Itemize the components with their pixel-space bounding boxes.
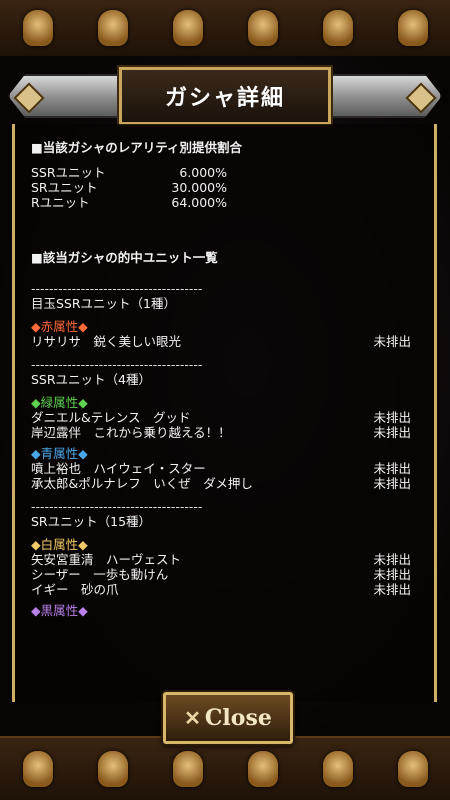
blue-attribute-label: ◆青属性◆: [31, 446, 88, 461]
unit-row: 噴上裕也 ハイウェイ・スター 未排出: [31, 461, 411, 476]
emblem-icon: [247, 10, 278, 46]
rate-row: SSRユニット 6.000%: [31, 165, 421, 180]
close-button[interactable]: ✕ Close: [163, 692, 293, 744]
divider: --------------------------------------: [31, 357, 203, 372]
gacha-detail-panel[interactable]: ■当該ガシャのレアリティ別提供割合 SSRユニット 6.000% SRユニット …: [12, 124, 437, 702]
dialog-title: ガシャ詳細: [164, 86, 285, 111]
emblem-icon: [247, 751, 278, 787]
unit-row: 岸辺露伴 これから乗り越える！！ 未排出: [31, 425, 411, 440]
unit-name: ダニエル&テレンス グッド: [31, 410, 191, 425]
top-emblem-strip: [0, 0, 450, 58]
red-attribute-label: ◆赤属性◆: [31, 319, 88, 334]
rate-label: SRユニット: [31, 180, 98, 195]
unit-name: シーザー 一歩も動けん: [31, 567, 169, 582]
unit-status: 未排出: [373, 334, 411, 349]
unit-row: シーザー 一歩も動けん 未排出: [31, 567, 411, 582]
emblem-icon: [97, 751, 128, 787]
unit-status: 未排出: [373, 476, 411, 491]
rates-title: ■当該ガシャのレアリティ別提供割合: [31, 140, 243, 155]
unit-row: ダニエル&テレンス グッド 未排出: [31, 410, 411, 425]
emblem-icon: [22, 10, 53, 46]
rate-label: Rユニット: [31, 195, 90, 210]
sr-group-label: SRユニット（15種）: [31, 514, 152, 529]
panel-content: ■当該ガシャのレアリティ別提供割合 SSRユニット 6.000% SRユニット …: [31, 140, 421, 618]
white-attribute-label: ◆白属性◆: [31, 537, 88, 552]
emblem-icon: [397, 10, 428, 46]
rate-value: 6.000%: [179, 165, 227, 180]
rate-row: Rユニット 64.000%: [31, 195, 421, 210]
bottom-emblem-strip: [0, 736, 450, 800]
emblem-icon: [172, 10, 203, 46]
divider: --------------------------------------: [31, 281, 203, 296]
unit-row: 矢安宮重清 ハーヴェスト 未排出: [31, 552, 411, 567]
divider: --------------------------------------: [31, 499, 203, 514]
header-title-box: ガシャ詳細: [119, 67, 331, 125]
unit-name: 承太郎&ポルナレフ いくぜ ダメ押し: [31, 476, 253, 491]
unit-status: 未排出: [373, 552, 411, 567]
emblem-icon: [22, 751, 53, 787]
unit-status: 未排出: [373, 425, 411, 440]
rate-value: 64.000%: [171, 195, 227, 210]
green-attribute-label: ◆緑属性◆: [31, 395, 88, 410]
emblem-icon: [322, 751, 353, 787]
unit-status: 未排出: [373, 582, 411, 597]
unit-name: 噴上裕也 ハイウェイ・スター: [31, 461, 206, 476]
rate-row: SRユニット 30.000%: [31, 180, 421, 195]
black-attribute-label: ◆黒属性◆: [31, 603, 88, 618]
emblem-icon: [97, 10, 128, 46]
unit-row: リサリサ 鋭く美しい眼光 未排出: [31, 334, 411, 349]
close-button-label: Close: [204, 705, 272, 731]
unit-name: 岸辺露伴 これから乗り越える！！: [31, 425, 231, 440]
emblem-icon: [397, 751, 428, 787]
rate-label: SSRユニット: [31, 165, 106, 180]
unit-name: 矢安宮重清 ハーヴェスト: [31, 552, 182, 567]
close-x-icon: ✕: [184, 706, 201, 730]
rate-value: 30.000%: [171, 180, 227, 195]
ssr-group-label: SSRユニット（4種）: [31, 372, 152, 387]
unit-status: 未排出: [373, 461, 411, 476]
unit-name: イギー 砂の爪: [31, 582, 119, 597]
emblem-icon: [322, 10, 353, 46]
unit-status: 未排出: [373, 410, 411, 425]
emblem-icon: [172, 751, 203, 787]
unit-row: 承太郎&ポルナレフ いくぜ ダメ押し 未排出: [31, 476, 411, 491]
unit-row: イギー 砂の爪 未排出: [31, 582, 411, 597]
dialog-header: ガシャ詳細: [2, 66, 448, 126]
unit-name: リサリサ 鋭く美しい眼光: [31, 334, 182, 349]
units-title: ■該当ガシャの的中ユニット一覧: [31, 250, 218, 265]
unit-status: 未排出: [373, 567, 411, 582]
featured-group-label: 目玉SSRユニット（1種）: [31, 296, 177, 311]
